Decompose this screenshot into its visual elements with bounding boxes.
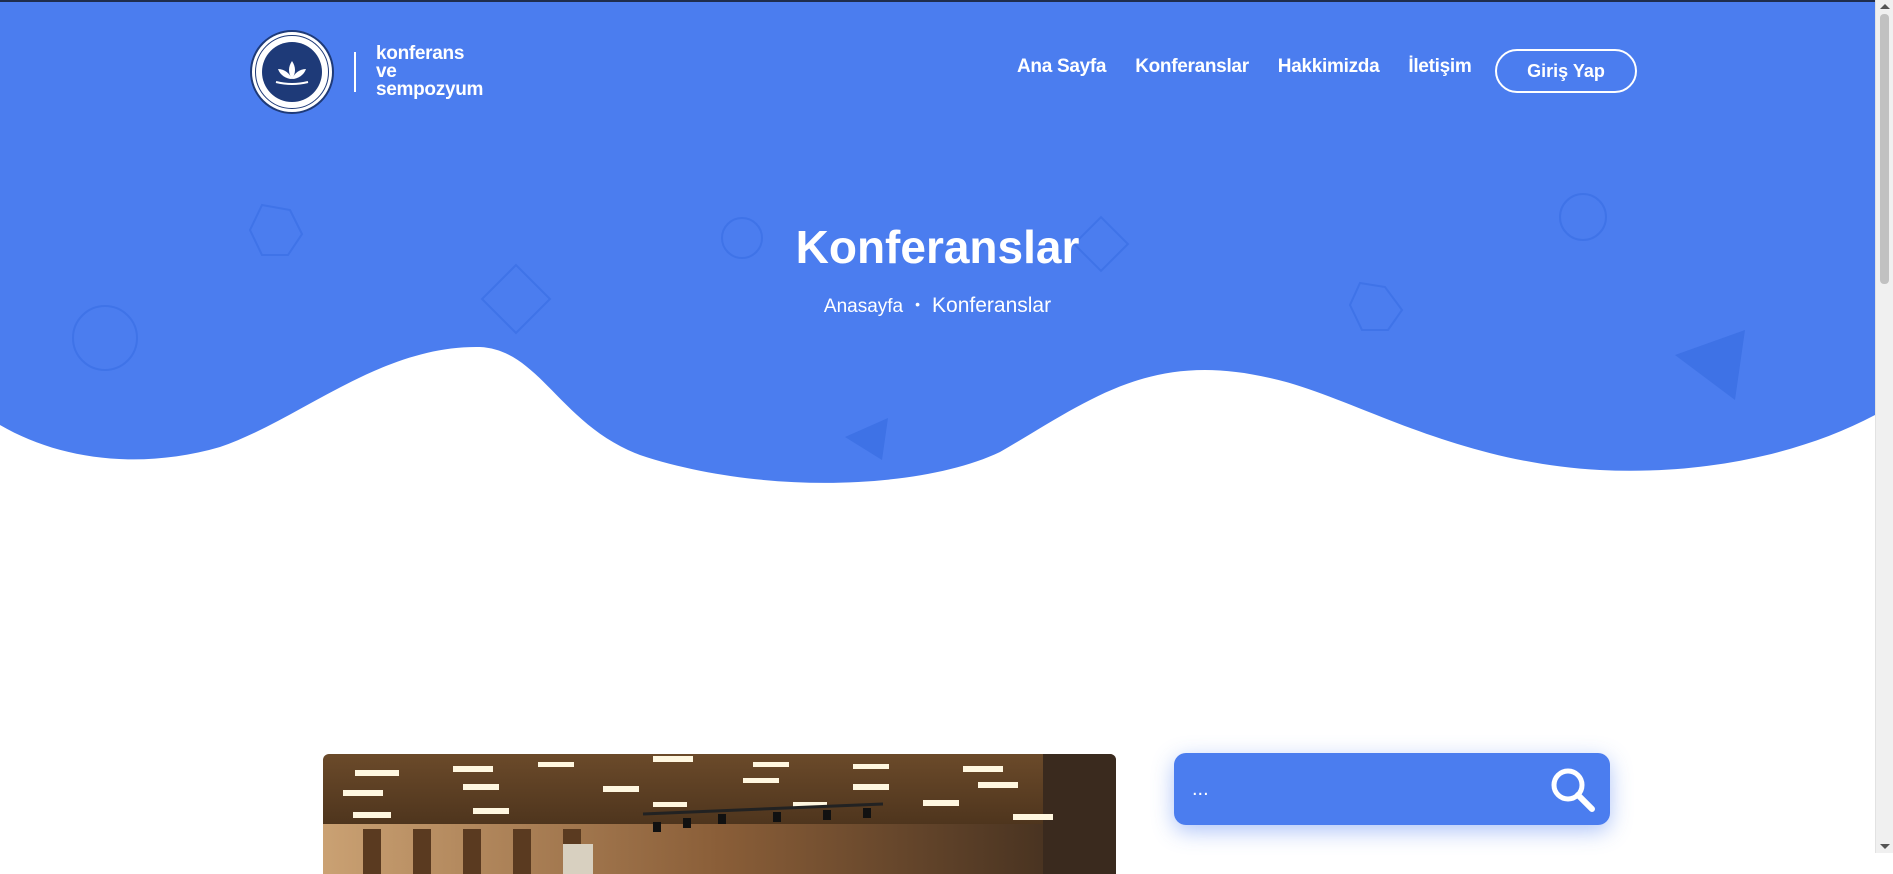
site-logo[interactable]: konferans ve sempozyum [250, 30, 483, 114]
main-navigation: Ana Sayfa Konferanslar Hakkimizda İletiş… [1017, 56, 1500, 78]
nav-home[interactable]: Ana Sayfa [1017, 56, 1106, 78]
conference-card-image[interactable] [323, 754, 1116, 874]
scrollbar-thumb[interactable] [1880, 14, 1889, 284]
logo-wordmark: konferans ve sempozyum [376, 44, 484, 100]
breadcrumb: Anasayfa • Konferanslar [0, 294, 1875, 318]
search-icon [1551, 768, 1595, 812]
scroll-down-arrow-icon[interactable] [1880, 844, 1890, 849]
search-button[interactable] [1542, 759, 1602, 819]
logo-divider [354, 52, 356, 92]
breadcrumb-current: Konferanslar [932, 294, 1052, 317]
search-box [1174, 753, 1610, 825]
page-scrollbar[interactable] [1875, 0, 1893, 853]
scroll-up-arrow-icon[interactable] [1880, 4, 1890, 9]
nav-contact[interactable]: İletişim [1408, 56, 1471, 78]
breadcrumb-home-link[interactable]: Anasayfa [824, 296, 903, 317]
nav-about[interactable]: Hakkimizda [1278, 56, 1380, 78]
university-seal [250, 30, 334, 114]
nav-conferences[interactable]: Konferanslar [1135, 56, 1249, 78]
logo-line: sempozyum [376, 79, 484, 100]
window-top-border [0, 0, 1875, 2]
breadcrumb-separator: • [915, 296, 921, 312]
page-title: Konferanslar [795, 221, 1080, 273]
search-input[interactable] [1190, 768, 1542, 810]
login-button[interactable]: Giriş Yap [1495, 49, 1637, 93]
